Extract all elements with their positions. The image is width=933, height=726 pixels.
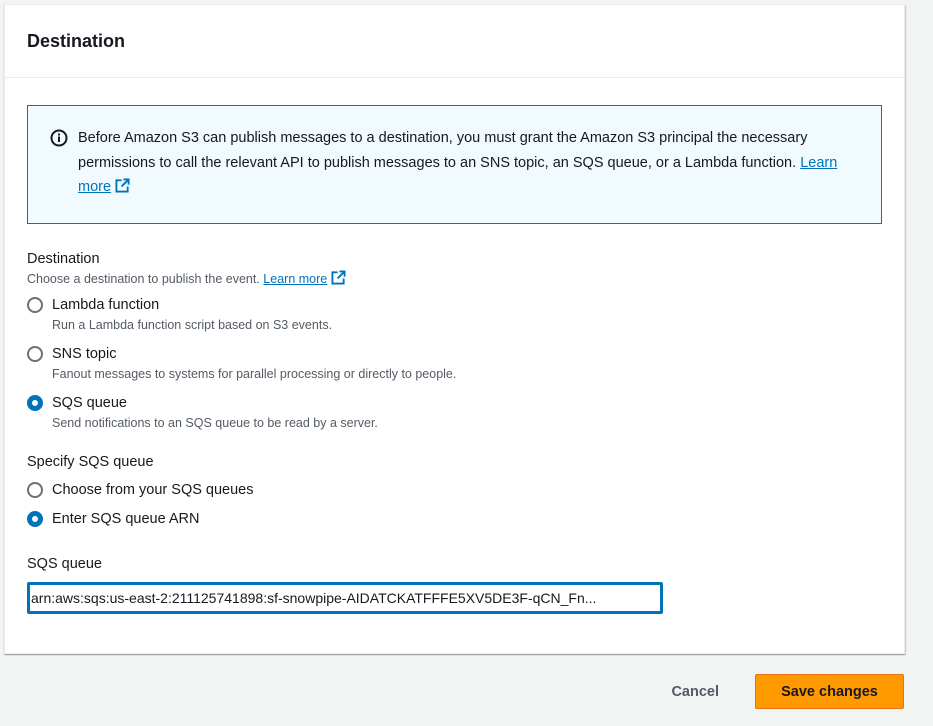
external-link-icon[interactable]	[115, 177, 130, 202]
radio-sns-topic[interactable]: SNS topic Fanout messages to systems for…	[27, 344, 882, 381]
radio-description: Run a Lambda function script based on S3…	[52, 317, 333, 332]
radio-label: SQS queue	[52, 394, 127, 411]
footer-actions: Cancel Save changes	[671, 674, 904, 709]
radio-text: SNS topic Fanout messages to systems for…	[52, 344, 456, 381]
radio-description: Send notifications to an SQS queue to be…	[52, 415, 378, 430]
sqs-queue-label: SQS queue	[27, 555, 102, 572]
destination-description: Choose a destination to publish the even…	[27, 271, 260, 286]
radio-sqs-queue[interactable]: SQS queue Send notifications to an SQS q…	[27, 393, 882, 430]
specify-sqs-label: Specify SQS queue	[27, 453, 154, 470]
radio-text: SQS queue Send notifications to an SQS q…	[52, 393, 378, 430]
radio-label: Choose from your SQS queues	[52, 481, 254, 498]
radio-button-selected[interactable]	[27, 510, 43, 527]
destination-panel: Destination Before Amazon S3 can publish…	[4, 4, 905, 654]
info-message: Before Amazon S3 can publish messages to…	[78, 130, 808, 171]
cancel-button[interactable]: Cancel	[671, 674, 719, 709]
radio-label: Lambda function	[52, 296, 160, 313]
panel-header: Destination	[5, 5, 904, 78]
destination-description-row: Choose a destination to publish the even…	[27, 269, 882, 288]
radio-button-selected[interactable]	[27, 394, 43, 411]
info-alert: Before Amazon S3 can publish messages to…	[27, 105, 882, 224]
radio-button[interactable]	[27, 296, 43, 313]
radio-choose-sqs[interactable]: Choose from your SQS queues	[27, 480, 882, 500]
info-icon	[50, 129, 68, 147]
destination-learn-more-label: Learn more	[263, 271, 328, 286]
panel-body: Before Amazon S3 can publish messages to…	[5, 78, 904, 614]
radio-text: Lambda function Run a Lambda function sc…	[52, 295, 332, 332]
radio-description: Fanout messages to systems for parallel …	[52, 366, 457, 381]
info-text-container: Before Amazon S3 can publish messages to…	[78, 126, 859, 202]
destination-label: Destination	[27, 250, 100, 267]
destination-learn-more-link[interactable]: Learn more	[263, 272, 327, 286]
radio-button[interactable]	[27, 345, 43, 362]
save-changes-button[interactable]: Save changes	[755, 674, 904, 709]
external-link-icon[interactable]	[331, 269, 346, 288]
radio-button[interactable]	[27, 481, 43, 498]
radio-lambda-function[interactable]: Lambda function Run a Lambda function sc…	[27, 295, 882, 332]
radio-label: SNS topic	[52, 345, 117, 362]
panel-title: Destination	[27, 30, 126, 51]
sqs-queue-arn-input[interactable]	[27, 581, 663, 614]
radio-label: Enter SQS queue ARN	[52, 510, 200, 527]
radio-enter-sqs-arn[interactable]: Enter SQS queue ARN	[27, 509, 882, 529]
